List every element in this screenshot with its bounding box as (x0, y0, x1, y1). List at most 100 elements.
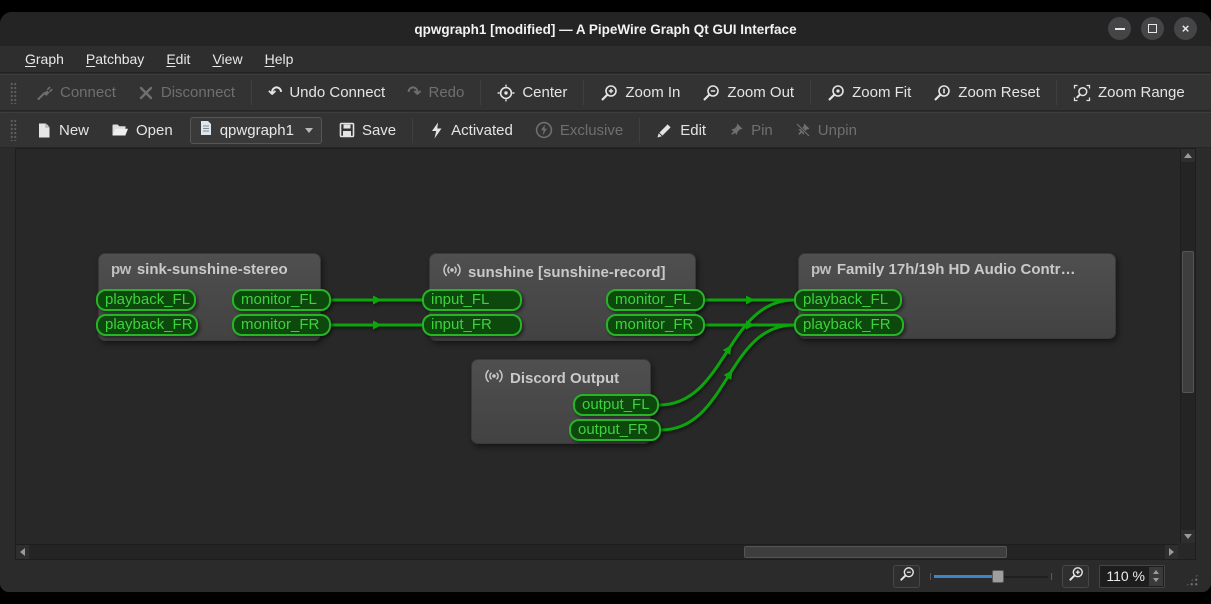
port-monitor-fl[interactable]: monitor_FL (606, 289, 705, 311)
toolbar-drag-handle[interactable] (10, 82, 17, 104)
spin-up-icon[interactable] (1153, 570, 1159, 574)
wire-arrow-icon (746, 296, 755, 305)
scroll-down-button[interactable] (1181, 530, 1195, 543)
port-monitor-fr[interactable]: monitor_FR (606, 314, 705, 336)
horizontal-scroll-thumb[interactable] (744, 546, 1007, 558)
port-playback-fl[interactable]: playback_FL (96, 289, 196, 311)
bolt-circle-icon (535, 121, 553, 139)
toolbar-drag-handle[interactable] (10, 119, 17, 141)
zoom-out-button[interactable]: Zoom Out (691, 78, 805, 108)
center-button[interactable]: Center (486, 78, 578, 108)
toolbar-graph: Connect Disconnect ↶ Undo Connect ↷ Redo… (0, 74, 1211, 111)
open-button[interactable]: Open (100, 115, 184, 145)
undo-icon: ↶ (268, 85, 282, 101)
stream-icon (484, 367, 504, 389)
connect-button[interactable]: Connect (25, 78, 127, 108)
scroll-left-button[interactable] (16, 545, 29, 559)
activated-button[interactable]: Activated (418, 115, 524, 145)
toolbar-patchbay: New Open qpwgraph1 Save Activated (0, 112, 1211, 148)
toolbar-separator (1056, 80, 1057, 105)
save-button[interactable]: Save (328, 115, 407, 145)
arrow-right-icon (1169, 548, 1174, 556)
menu-view[interactable]: View (203, 48, 251, 70)
patchbay-file-combo[interactable]: qpwgraph1 (190, 117, 322, 144)
scroll-right-button[interactable] (1165, 545, 1178, 559)
minimize-button[interactable] (1108, 17, 1131, 40)
zoom-range-button[interactable]: Zoom Range (1062, 78, 1196, 108)
toolbar-separator (810, 80, 811, 105)
slider-tick (930, 573, 931, 580)
pin-button[interactable]: Pin (717, 115, 784, 145)
horizontal-scrollbar[interactable] (16, 544, 1178, 559)
toolbar-separator (251, 80, 252, 105)
menu-graph[interactable]: Graph (16, 48, 73, 70)
redo-button[interactable]: ↷ Redo (396, 78, 475, 108)
zoom-reset-button[interactable]: Zoom Reset (922, 78, 1051, 108)
exclusive-button[interactable]: Exclusive (524, 115, 634, 145)
port-input-fl[interactable]: input_FL (422, 289, 522, 311)
menu-edit[interactable]: Edit (157, 48, 199, 70)
zoom-slider[interactable] (930, 567, 1052, 585)
zoom-reset-icon (933, 84, 951, 102)
window-resize-grip[interactable] (1185, 573, 1199, 587)
arrow-up-icon (1184, 153, 1192, 158)
patchbay-file-name: qpwgraph1 (220, 122, 294, 139)
pin-icon (728, 122, 744, 138)
port-input-fr[interactable]: input_FR (422, 314, 522, 336)
new-file-icon (36, 122, 52, 139)
new-button[interactable]: New (25, 115, 100, 145)
menu-help[interactable]: Help (256, 48, 303, 70)
wire-arrow-icon (373, 296, 382, 305)
save-icon (339, 122, 355, 138)
zoom-in-button[interactable]: Zoom In (589, 78, 691, 108)
node-title: Family 17h/19h HD Audio Contr… (837, 261, 1076, 278)
file-icon (199, 120, 213, 140)
vertical-scroll-thumb[interactable] (1182, 251, 1194, 393)
connect-icon (36, 84, 53, 101)
edit-button[interactable]: Edit (645, 115, 717, 145)
toolbar-separator (583, 80, 584, 105)
slider-handle[interactable] (992, 570, 1004, 583)
window-controls: × (1108, 17, 1197, 40)
toolbar-separator (480, 80, 481, 105)
desktop-background: qpwgraph1 [modified] — A PipeWire Graph … (0, 0, 1211, 604)
toolbar-separator (639, 118, 640, 143)
statusbar-zoom-in-button[interactable] (1062, 565, 1089, 588)
node-title: sink-sunshine-stereo (137, 261, 288, 278)
port-playback-fr[interactable]: playback_FR (794, 314, 904, 336)
port-monitor-fl[interactable]: monitor_FL (232, 289, 331, 311)
disconnect-button[interactable]: Disconnect (127, 78, 246, 108)
titlebar[interactable]: qpwgraph1 [modified] — A PipeWire Graph … (0, 12, 1211, 46)
port-monitor-fr[interactable]: monitor_FR (232, 314, 331, 336)
open-folder-icon (111, 122, 129, 138)
pipewire-icon: pw (811, 261, 831, 278)
statusbar-zoom-out-button[interactable] (893, 565, 920, 588)
port-output-fr[interactable]: output_FR (569, 419, 661, 441)
undo-connect-button[interactable]: ↶ Undo Connect (257, 78, 396, 108)
vertical-scrollbar[interactable] (1180, 149, 1195, 543)
pipewire-icon: pw (111, 261, 131, 278)
spin-down-icon[interactable] (1153, 578, 1159, 582)
unpin-button[interactable]: Unpin (784, 115, 868, 145)
zoom-value-spinbox[interactable]: 110 % (1099, 565, 1165, 588)
zoom-fit-button[interactable]: Zoom Fit (816, 78, 922, 108)
bolt-icon (429, 122, 444, 139)
toolbar-separator (412, 118, 413, 143)
wire-arrow-icon (373, 321, 382, 330)
menu-patchbay[interactable]: Patchbay (77, 48, 153, 70)
port-playback-fl[interactable]: playback_FL (794, 289, 902, 311)
close-button[interactable]: × (1174, 17, 1197, 40)
pencil-icon (656, 122, 673, 139)
close-icon: × (1182, 22, 1190, 35)
zoom-range-icon (1073, 84, 1091, 102)
scroll-up-button[interactable] (1181, 149, 1195, 162)
menubar: Graph Patchbay Edit View Help (0, 46, 1211, 73)
maximize-button[interactable] (1141, 17, 1164, 40)
port-output-fl[interactable]: output_FL (573, 394, 659, 416)
port-playback-fr[interactable]: playback_FR (96, 314, 198, 336)
graph-canvas[interactable]: pw sink-sunshine-stereo playback_FL play… (15, 148, 1196, 560)
window-title: qpwgraph1 [modified] — A PipeWire Graph … (414, 22, 796, 37)
slider-tick (1051, 573, 1052, 580)
statusbar: 110 % (0, 560, 1211, 592)
zoom-in-icon (600, 84, 618, 102)
